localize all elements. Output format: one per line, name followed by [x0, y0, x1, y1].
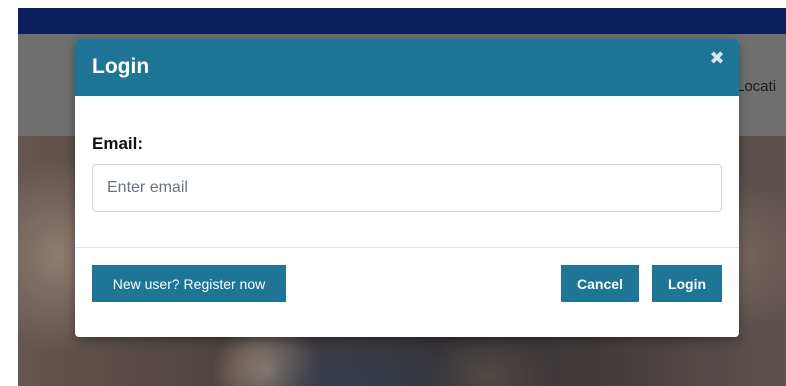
login-button[interactable]: Login: [652, 265, 722, 302]
register-button[interactable]: New user? Register now: [92, 265, 286, 302]
page-frame: Locati Login ✖ Email: New user? Register…: [18, 8, 786, 386]
login-modal: Login ✖ Email: New user? Register now Ca…: [75, 39, 739, 337]
cancel-button[interactable]: Cancel: [561, 265, 639, 302]
close-icon[interactable]: ✖: [707, 48, 727, 68]
modal-title: Login: [92, 55, 150, 78]
email-field[interactable]: [92, 164, 722, 212]
email-label: Email:: [92, 134, 144, 153]
top-bar: [18, 8, 786, 34]
modal-header: Login ✖: [75, 39, 739, 96]
footer-divider: [75, 247, 739, 248]
